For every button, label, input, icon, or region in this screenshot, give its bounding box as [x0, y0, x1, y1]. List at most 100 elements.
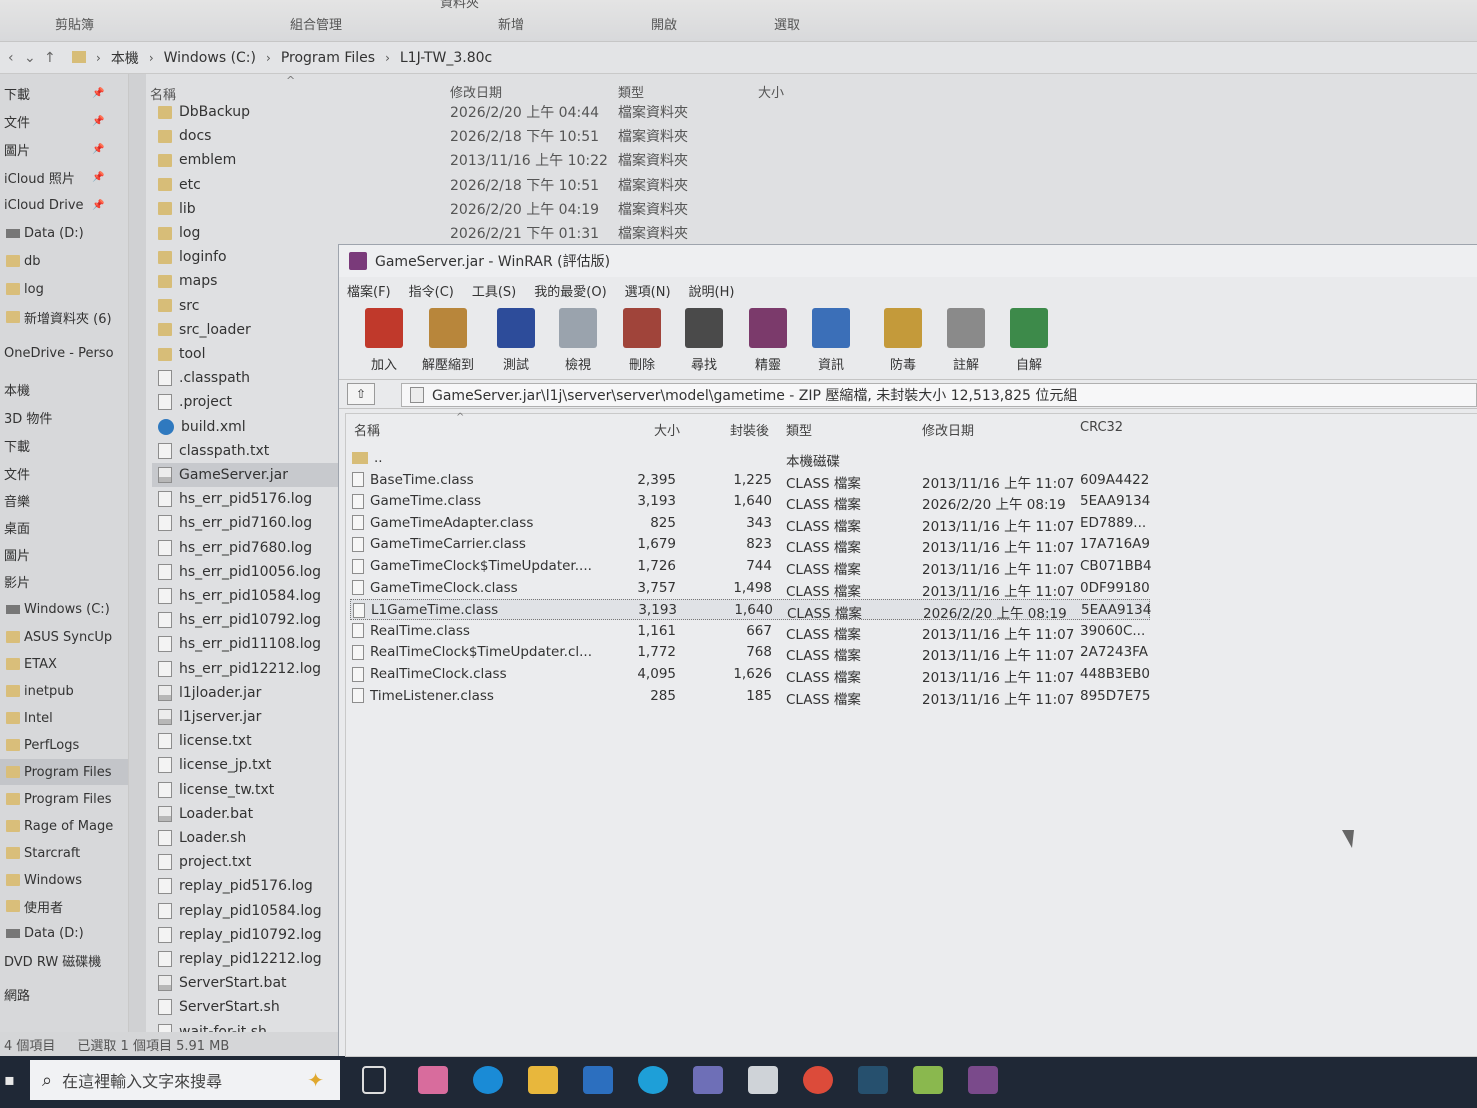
- col-size[interactable]: 大小: [654, 420, 680, 439]
- nav-item[interactable]: log: [0, 276, 128, 302]
- col-packed[interactable]: 封裝後: [730, 420, 769, 439]
- nav-item[interactable]: 文件 📌: [0, 108, 128, 134]
- file-item[interactable]: hs_err_pid7160.log: [152, 511, 342, 535]
- archive-row[interactable]: RealTimeClock.class 4,095 1,626 CLASS 檔案 201…: [350, 664, 1150, 686]
- column-header-date[interactable]: 修改日期: [450, 82, 502, 101]
- breadcrumb-l1j[interactable]: L1J-TW_3.80c: [400, 50, 492, 66]
- tool-test-button[interactable]: 測試: [487, 305, 545, 375]
- file-item[interactable]: etc: [152, 173, 342, 197]
- file-item[interactable]: maps: [152, 269, 342, 293]
- tool-view-button[interactable]: 檢視: [549, 305, 607, 375]
- file-item[interactable]: emblem: [152, 148, 342, 172]
- tool-delete-button[interactable]: 刪除: [613, 305, 671, 375]
- file-item[interactable]: ServerStart.bat: [152, 971, 342, 995]
- taskbar-search-input[interactable]: ⌕ 在這裡輸入文字來搜尋 ✦: [30, 1060, 340, 1100]
- file-item[interactable]: replay_pid10792.log: [152, 923, 342, 947]
- tool-info-button[interactable]: 資訊: [802, 305, 860, 375]
- windows-start-icon[interactable]: ▪: [4, 1070, 15, 1089]
- menu-options[interactable]: 選項(N): [625, 281, 671, 300]
- menu-favorites[interactable]: 我的最愛(O): [534, 281, 606, 300]
- nav-item[interactable]: Program Files: [0, 759, 128, 785]
- pin-icon[interactable]: 📌: [92, 172, 104, 183]
- copilot-icon[interactable]: [418, 1066, 448, 1094]
- file-item[interactable]: src: [152, 294, 342, 318]
- file-item[interactable]: .project: [152, 390, 342, 414]
- edge-icon[interactable]: [473, 1066, 503, 1094]
- pin-icon[interactable]: 📌: [92, 200, 104, 211]
- file-item[interactable]: DbBackup: [152, 100, 342, 124]
- col-modified[interactable]: 修改日期: [922, 420, 974, 439]
- nav-item[interactable]: 使用者: [0, 893, 128, 919]
- breadcrumb-windows-c[interactable]: Windows (C:): [164, 50, 256, 66]
- file-item[interactable]: Loader.sh: [152, 826, 342, 850]
- file-item[interactable]: Loader.bat: [152, 802, 342, 826]
- col-crc32[interactable]: CRC32: [1080, 420, 1123, 435]
- nav-item[interactable]: Program Files: [0, 786, 128, 812]
- recent-dropdown-icon[interactable]: ⌄: [24, 50, 36, 66]
- nav-item[interactable]: Data (D:): [0, 920, 128, 946]
- file-item[interactable]: license_jp.txt: [152, 753, 342, 777]
- nav-item[interactable]: 音樂: [0, 487, 128, 513]
- archive-row[interactable]: TimeListener.class 285 185 CLASS 檔案 2013/11/…: [350, 686, 1150, 708]
- nav-item[interactable]: Windows (C:): [0, 596, 128, 622]
- nav-item[interactable]: db: [0, 248, 128, 274]
- file-item[interactable]: lib: [152, 197, 342, 221]
- nav-item[interactable]: Starcraft: [0, 840, 128, 866]
- archive-row[interactable]: GameTimeAdapter.class 825 343 CLASS 檔案 2013/…: [350, 513, 1150, 535]
- up-folder-button[interactable]: ⇧: [347, 383, 375, 405]
- archive-row[interactable]: GameTimeClock$TimeUpdater.... 1,726 744 CLA…: [350, 556, 1152, 578]
- nav-item[interactable]: 文件: [0, 460, 128, 486]
- nav-item[interactable]: 網路: [0, 981, 128, 1007]
- nav-item[interactable]: 下載: [0, 432, 128, 458]
- archive-path-field[interactable]: GameServer.jar\l1j\server\server\model\g…: [401, 383, 1477, 407]
- nav-item[interactable]: Intel: [0, 705, 128, 731]
- nav-item[interactable]: iCloud Drive 📌: [0, 192, 128, 218]
- menu-file[interactable]: 檔案(F): [347, 281, 391, 300]
- nav-item[interactable]: 桌面: [0, 514, 128, 540]
- tool-find-button[interactable]: 尋找: [675, 305, 733, 375]
- file-item[interactable]: ServerStart.sh: [152, 995, 342, 1019]
- tool-sfx-button[interactable]: 自解: [1000, 305, 1058, 375]
- archive-row[interactable]: GameTimeCarrier.class 1,679 823 CLASS 檔案 201…: [350, 534, 1150, 556]
- winrar-taskbar-icon[interactable]: [968, 1066, 998, 1094]
- file-item[interactable]: replay_pid10584.log: [152, 899, 342, 923]
- file-item[interactable]: .classpath: [152, 366, 342, 390]
- chrome-icon[interactable]: [803, 1066, 833, 1094]
- app-icon[interactable]: [858, 1066, 888, 1094]
- nav-item[interactable]: Rage of Mage: [0, 813, 128, 839]
- file-explorer-icon[interactable]: [528, 1066, 558, 1094]
- file-item[interactable]: project.txt: [152, 850, 342, 874]
- nav-item[interactable]: 圖片 📌: [0, 136, 128, 162]
- file-item[interactable]: GameServer.jar: [152, 463, 342, 487]
- file-item[interactable]: hs_err_pid12212.log: [152, 657, 342, 681]
- file-item[interactable]: replay_pid5176.log: [152, 874, 342, 898]
- file-item[interactable]: hs_err_pid10056.log: [152, 560, 342, 584]
- nav-item[interactable]: 下載 📌: [0, 80, 128, 106]
- up-arrow-icon[interactable]: ↑: [44, 50, 56, 66]
- tool-add-button[interactable]: 加入: [355, 305, 413, 375]
- file-item[interactable]: hs_err_pid10584.log: [152, 584, 342, 608]
- breadcrumb-program-files[interactable]: Program Files: [281, 50, 375, 66]
- menu-commands[interactable]: 指令(C): [409, 281, 454, 300]
- breadcrumb-this-pc[interactable]: 本機: [111, 48, 139, 68]
- file-item[interactable]: src_loader: [152, 318, 342, 342]
- column-header-size[interactable]: 大小: [758, 82, 784, 101]
- notepad-icon[interactable]: [913, 1066, 943, 1094]
- file-item[interactable]: replay_pid12212.log: [152, 947, 342, 971]
- tool-wizard-button[interactable]: 精靈: [739, 305, 797, 375]
- archive-row[interactable]: GameTimeClock.class 3,757 1,498 CLASS 檔案 201…: [350, 578, 1150, 600]
- archive-row[interactable]: .. 本機磁碟: [350, 448, 1150, 470]
- file-item[interactable]: hs_err_pid7680.log: [152, 536, 342, 560]
- winrar-titlebar[interactable]: GameServer.jar - WinRAR (評估版): [339, 245, 1477, 277]
- pin-icon[interactable]: 📌: [92, 116, 104, 127]
- col-name[interactable]: 名稱: [354, 420, 380, 439]
- menu-help[interactable]: 說明(H): [689, 281, 735, 300]
- back-icon[interactable]: ‹: [8, 50, 14, 66]
- file-item[interactable]: l1jserver.jar: [152, 705, 342, 729]
- file-item[interactable]: docs: [152, 124, 342, 148]
- file-item[interactable]: license_tw.txt: [152, 778, 342, 802]
- nav-item[interactable]: DVD RW 磁碟機: [0, 947, 128, 973]
- nav-item[interactable]: ETAX: [0, 651, 128, 677]
- col-type[interactable]: 類型: [786, 420, 812, 439]
- teams-icon[interactable]: [693, 1066, 723, 1094]
